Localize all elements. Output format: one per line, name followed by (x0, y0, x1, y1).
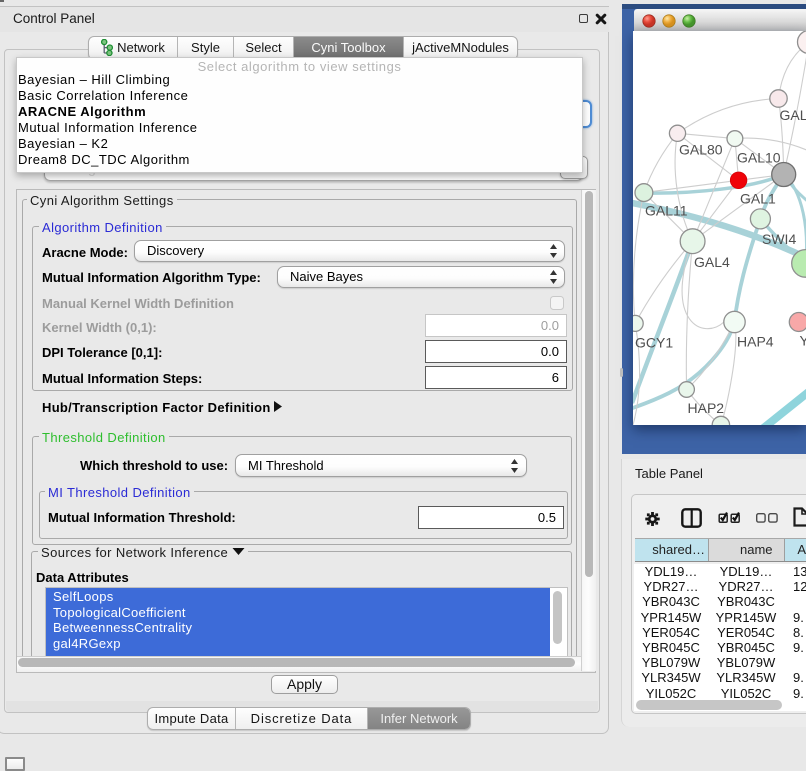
svg-text:HAP4: HAP4 (737, 334, 774, 350)
svg-text:GAL: GAL (780, 107, 806, 123)
svg-text:GAL80: GAL80 (679, 142, 723, 158)
svg-text:GAL4: GAL4 (694, 254, 730, 270)
svg-text:GCY1: GCY1 (635, 335, 673, 351)
svg-text:GAL1: GAL1 (740, 191, 776, 207)
svg-text:HAP2: HAP2 (688, 400, 725, 416)
svg-text:SWI4: SWI4 (762, 231, 796, 247)
svg-text:Y: Y (800, 333, 806, 349)
svg-text:GAL11: GAL11 (645, 203, 688, 219)
svg-text:GAL10: GAL10 (737, 150, 781, 166)
